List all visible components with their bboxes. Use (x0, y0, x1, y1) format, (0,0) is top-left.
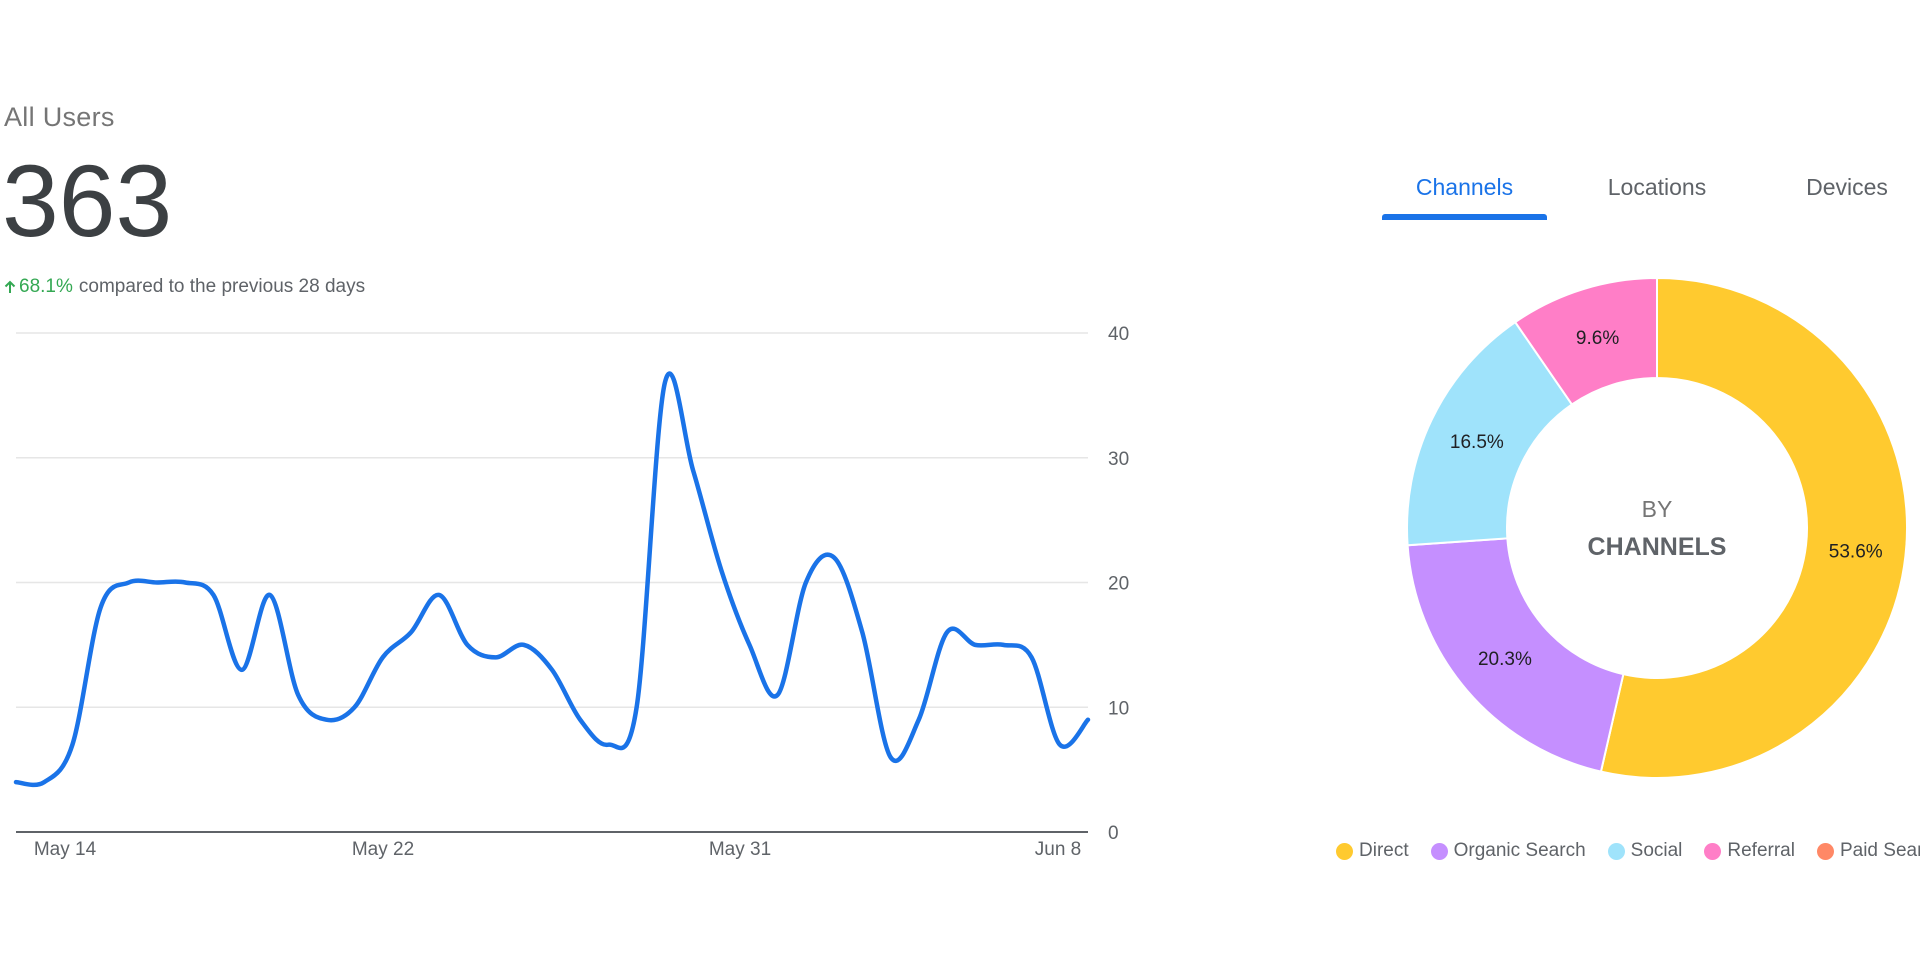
breakdown-tabs: Channels Locations Devices (1382, 160, 1920, 222)
analytics-card: All Users 363 68.1% compared to the prev… (0, 0, 1920, 980)
legend-dot-paid-search (1816, 842, 1834, 860)
legend-label-organic-search: Organic Search (1453, 840, 1586, 861)
y-tick-label: 10 (1108, 698, 1129, 719)
change-indicator: 68.1% (4, 276, 73, 298)
legend-item-organic-search[interactable]: Organic Search (1430, 840, 1586, 862)
legend-item-direct[interactable]: Direct (1336, 840, 1409, 862)
tab-locations[interactable]: Locations (1582, 174, 1732, 201)
legend-item-referral[interactable]: Referral (1704, 840, 1795, 862)
x-tick-label: May 14 (34, 839, 97, 860)
tab-channels[interactable]: Channels (1382, 174, 1547, 201)
donut-legend: Direct Organic Search Social Referral Pa… (1336, 836, 1920, 866)
slice-label-referral: 9.6% (1576, 328, 1619, 349)
y-tick-label: 30 (1108, 449, 1129, 470)
donut-center-line-1: BY (1642, 496, 1673, 522)
legend-dot-direct (1336, 842, 1353, 860)
legend-label-direct: Direct (1359, 840, 1409, 861)
donut-center-line-2: CHANNELS (1588, 533, 1727, 561)
metric-value: 363 (2, 144, 173, 258)
slice-label-direct: 53.6% (1829, 542, 1883, 563)
legend-label-referral: Referral (1727, 840, 1795, 861)
metric-label: All Users (4, 102, 115, 132)
y-tick-label: 40 (1108, 324, 1129, 345)
x-tick-label: May 22 (352, 839, 414, 860)
y-tick-label: 0 (1108, 823, 1119, 844)
change-row: 68.1% compared to the previous 28 days (4, 276, 365, 298)
slice-label-social: 16.5% (1450, 432, 1504, 453)
x-tick-label: Jun 8 (1035, 839, 1081, 860)
active-tab-indicator (1382, 214, 1547, 220)
channels-donut-chart: 53.6% 20.3% 16.5% 9.6% BY CHANNELS (1406, 276, 1908, 779)
legend-dot-social (1607, 842, 1625, 860)
legend-item-paid-search[interactable]: Paid Search (1816, 840, 1920, 862)
x-tick-label: May 31 (709, 839, 771, 860)
change-percent: 68.1% (19, 276, 73, 297)
legend-label-social: Social (1630, 840, 1683, 861)
legend-item-social[interactable]: Social (1607, 840, 1683, 862)
slice-label-organic-search: 20.3% (1478, 649, 1532, 670)
y-tick-label: 20 (1108, 574, 1129, 595)
users-line-chart: 0 10 20 30 40 May 14 May 22 May 31 Jun 8 (13, 324, 1129, 860)
users-series-line (13, 371, 1091, 788)
legend-dot-referral (1704, 842, 1722, 860)
legend-label-paid-search: Paid Search (1839, 840, 1920, 861)
tab-devices[interactable]: Devices (1782, 174, 1912, 201)
arrow-up-icon (4, 280, 16, 293)
change-text: compared to the previous 28 days (78, 276, 366, 297)
legend-dot-organic-search (1430, 842, 1448, 860)
